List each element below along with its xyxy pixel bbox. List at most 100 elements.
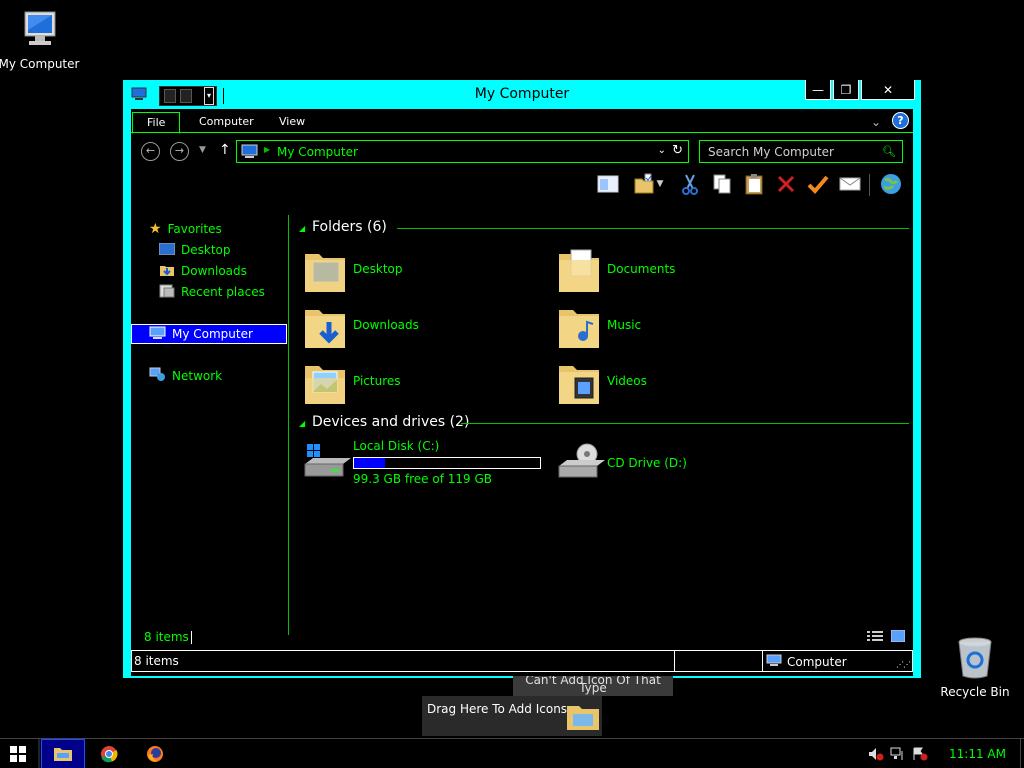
folders-header: Folders (6) — [312, 219, 387, 235]
back-button[interactable]: ← — [141, 142, 160, 161]
navpane-divider[interactable] — [288, 215, 289, 635]
recycle-bin-icon — [958, 637, 992, 679]
title-bar[interactable]: ▾ My Computer — ❐ ✕ — [123, 80, 921, 109]
check-icon[interactable] — [805, 171, 831, 197]
folder-videos[interactable]: Videos — [551, 356, 801, 408]
cant-add-icon-tooltip: Can't Add Icon Of That Type — [513, 676, 673, 696]
search-icon[interactable]: 🔍︎ — [882, 145, 896, 158]
window-controls: — ❐ ✕ — [805, 80, 915, 100]
nav-favorites[interactable]: ★ Favorites — [149, 219, 222, 239]
paste-icon[interactable] — [741, 171, 767, 197]
help-button[interactable]: ? — [892, 112, 909, 129]
drive-c-free-space: 99.3 GB free of 119 GB — [353, 472, 492, 486]
start-button[interactable] — [10, 746, 26, 765]
status-location: Computer — [766, 654, 847, 670]
recent-places-icon — [159, 284, 175, 301]
window-client: File Computer View ⌄ ? ← → ▼ ↑ ▶ My Comp… — [131, 109, 913, 676]
navigation-pane: ★ Favorites Desktop Downloads Recent pla… — [131, 205, 289, 635]
nav-my-computer[interactable]: My Computer — [131, 324, 287, 344]
network-tray-icon[interactable] — [887, 747, 909, 761]
navigation-bar: ← → ▼ ↑ ▶ My Computer ⌄ ↻ Search My Comp… — [131, 139, 913, 165]
large-icons-view-icon[interactable] — [890, 629, 906, 645]
taskbar: 11:11 AM — [0, 738, 1024, 768]
search-input[interactable]: Search My Computer — [708, 145, 834, 159]
folder-music[interactable]: Music — [551, 300, 801, 352]
cut-icon[interactable] — [677, 171, 703, 197]
folder-documents[interactable]: Documents — [551, 244, 801, 296]
tab-file[interactable]: File — [132, 112, 181, 134]
dock-drop-zone[interactable]: Drag Here To Add Icons — [422, 696, 602, 736]
drive-c-usage-bar — [353, 457, 541, 469]
nav-recent-places-label: Recent places — [181, 285, 265, 299]
nav-recent-places[interactable]: Recent places — [159, 282, 265, 302]
pictures-folder-icon — [303, 358, 347, 409]
refresh-icon[interactable]: ↻ — [672, 143, 683, 158]
drag-here-text: Drag Here To Add Icons — [427, 702, 568, 716]
globe-icon[interactable] — [878, 171, 904, 197]
nav-my-computer-label: My Computer — [172, 327, 253, 341]
tab-view[interactable]: View — [265, 112, 319, 133]
preview-pane-icon[interactable] — [595, 171, 621, 197]
folder-desktop[interactable]: Desktop — [297, 244, 547, 296]
documents-folder-icon — [557, 246, 601, 297]
new-folder-dropdown-icon[interactable]: ▼ — [653, 171, 667, 197]
action-center-icon[interactable] — [909, 747, 931, 761]
tab-computer[interactable]: Computer — [185, 112, 268, 133]
search-box[interactable]: Search My Computer 🔍︎ — [699, 140, 903, 163]
drive-local-disk-c[interactable]: Local Disk (C:) 99.3 GB free of 119 GB — [297, 438, 547, 490]
address-computer-icon — [241, 144, 258, 162]
folder-pictures[interactable]: Pictures — [297, 356, 547, 408]
nav-downloads[interactable]: Downloads — [159, 261, 247, 281]
forward-button[interactable]: → — [170, 142, 189, 161]
show-desktop-button[interactable] — [1020, 739, 1024, 768]
address-bar[interactable]: ▶ My Computer ⌄ ↻ — [236, 140, 689, 163]
window-title: My Computer — [474, 86, 570, 102]
desktop-recycle-bin[interactable]: Recycle Bin — [930, 636, 1020, 699]
breadcrumb-my-computer[interactable]: My Computer — [277, 145, 358, 159]
details-row: 8 items — [131, 627, 913, 649]
folder-downloads[interactable]: Downloads — [297, 300, 547, 352]
close-button[interactable]: ✕ — [861, 80, 915, 100]
folders-group-header[interactable]: ◢ Folders (6) — [297, 219, 909, 239]
downloads-folder-icon — [303, 302, 347, 353]
mail-icon[interactable] — [837, 171, 863, 197]
taskbar-file-explorer[interactable] — [41, 739, 85, 768]
breadcrumb-arrow-icon[interactable]: ▶ — [264, 145, 270, 154]
taskbar-firefox[interactable] — [133, 739, 177, 768]
nav-network[interactable]: Network — [149, 366, 222, 386]
collapse-arrow-icon: ◢ — [299, 224, 306, 233]
devices-header: Devices and drives (2) — [312, 414, 470, 430]
text-cursor — [191, 631, 192, 644]
details-view-icon[interactable] — [867, 630, 883, 645]
minimize-button[interactable]: — — [805, 80, 831, 100]
maximize-button[interactable]: ❐ — [833, 80, 859, 100]
cant-add-icon-text: Can't Add Icon Of That Type — [525, 676, 661, 695]
group-rule — [461, 423, 909, 424]
network-icon — [149, 367, 166, 385]
content-pane: ◢ Folders (6) Desktop Documents Download… — [297, 205, 913, 625]
expand-ribbon-icon[interactable]: ⌄ — [871, 115, 881, 129]
explorer-window: ▾ My Computer — ❐ ✕ File Computer View ⌄… — [123, 80, 921, 678]
up-button[interactable]: ↑ — [219, 142, 231, 158]
address-dropdown-icon[interactable]: ⌄ — [658, 145, 666, 156]
resize-grip-icon[interactable]: ⋰⋰ — [896, 660, 911, 669]
volume-muted-icon[interactable] — [865, 747, 887, 761]
downloads-small-icon — [159, 263, 175, 280]
drive-cd-d[interactable]: CD Drive (D:) — [551, 438, 801, 490]
clock[interactable]: 11:11 AM — [949, 747, 1006, 761]
desktop-small-icon — [158, 242, 176, 258]
recent-locations-dropdown[interactable]: ▼ — [199, 145, 206, 155]
devices-group-header[interactable]: ◢ Devices and drives (2) — [297, 414, 909, 434]
taskbar-chrome[interactable] — [87, 739, 131, 768]
desktop-my-computer-icon[interactable]: My Computer — [0, 8, 84, 71]
music-folder-icon — [557, 302, 601, 353]
windows-logo-icon — [10, 746, 26, 762]
computer-small-icon — [766, 654, 782, 670]
folder-videos-label: Videos — [607, 374, 647, 388]
nav-desktop[interactable]: Desktop — [158, 240, 231, 260]
cd-drive-icon — [557, 442, 607, 485]
delete-icon[interactable] — [773, 171, 799, 197]
copy-icon[interactable] — [709, 171, 735, 197]
drive-c-usage-fill — [354, 458, 385, 468]
status-location-label: Computer — [787, 655, 847, 669]
